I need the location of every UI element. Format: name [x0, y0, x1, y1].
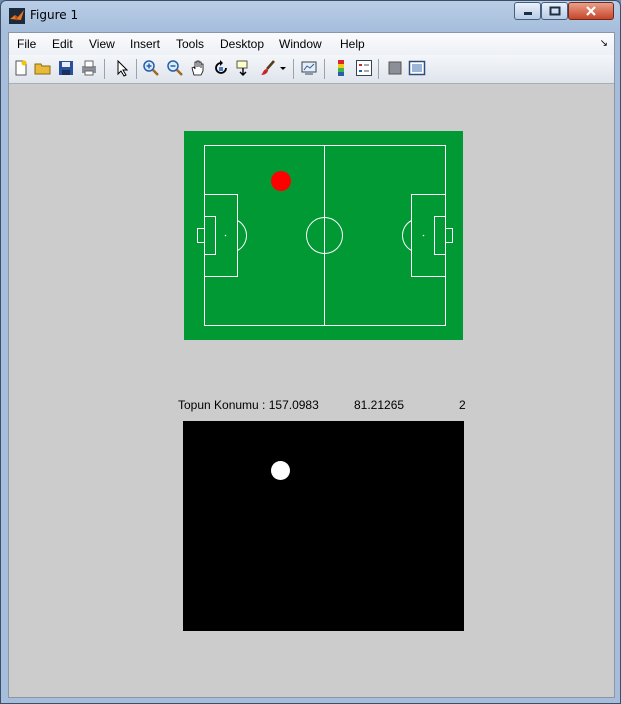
toolbar-separator: [324, 59, 325, 79]
zoom-in-icon[interactable]: [142, 59, 160, 77]
show-plot-tools-icon[interactable]: [408, 59, 426, 77]
close-icon: [586, 6, 596, 16]
binary-mask-image: [183, 421, 464, 631]
frame-count: 2: [459, 398, 466, 412]
menu-desktop[interactable]: Desktop: [220, 37, 264, 51]
figure-toolbar: [9, 55, 614, 84]
menu-view[interactable]: View: [89, 37, 115, 51]
hide-plot-tools-icon[interactable]: [386, 59, 404, 77]
toolbar-separator: [136, 59, 137, 79]
data-cursor-icon[interactable]: [235, 59, 253, 77]
title-bar[interactable]: Figure 1: [1, 1, 620, 31]
axes-title: Topun Konumu : 157.0983 81.21265 2: [178, 398, 468, 414]
menu-insert[interactable]: Insert: [130, 37, 160, 51]
print-figure-icon[interactable]: [80, 59, 98, 77]
link-plot-icon[interactable]: [300, 59, 318, 77]
right-penalty-spot: [422, 234, 425, 237]
pan-icon[interactable]: [189, 59, 207, 77]
brush-icon[interactable]: [259, 59, 277, 77]
menu-help[interactable]: Help: [340, 37, 365, 51]
zoom-out-icon[interactable]: [166, 59, 184, 77]
insert-legend-icon[interactable]: [355, 59, 373, 77]
left-penalty-spot: [224, 234, 227, 237]
figure-canvas[interactable]: Topun Konumu : 157.0983 81.21265 2: [9, 84, 614, 697]
matlab-logo-icon: [9, 8, 25, 24]
ball-position-label: Topun Konumu : 157.0983: [178, 398, 319, 412]
menu-file[interactable]: File: [17, 37, 36, 51]
figure-window: Figure 1 File Edit View Insert Tools Des…: [0, 0, 621, 704]
open-file-icon[interactable]: [34, 59, 52, 77]
menu-bar: File Edit View Insert Tools Desktop Wind…: [9, 33, 614, 55]
insert-colorbar-icon[interactable]: [332, 59, 350, 77]
brush-dropdown-icon[interactable]: [279, 59, 287, 77]
dock-figure-icon[interactable]: ↘: [600, 38, 608, 49]
toolbar-separator: [104, 59, 105, 79]
save-figure-icon[interactable]: [57, 59, 75, 77]
menu-edit[interactable]: Edit: [52, 37, 73, 51]
minimize-button[interactable]: [514, 2, 541, 20]
ball-y-value: 81.21265: [354, 398, 405, 412]
football-pitch-image: [184, 131, 463, 340]
close-button[interactable]: [568, 2, 614, 20]
window-title: Figure 1: [30, 8, 79, 22]
ball-marker: [271, 171, 291, 191]
maximize-button[interactable]: [541, 2, 568, 20]
menu-window[interactable]: Window: [279, 37, 322, 51]
rotate-3d-icon[interactable]: [212, 59, 230, 77]
menu-tools[interactable]: Tools: [176, 37, 204, 51]
maximize-icon: [549, 6, 560, 16]
detected-ball: [271, 461, 290, 480]
toolbar-separator: [293, 59, 294, 79]
figure-client-area: File Edit View Insert Tools Desktop Wind…: [8, 32, 615, 698]
toolbar-separator: [378, 59, 379, 79]
new-figure-icon[interactable]: [12, 59, 30, 77]
minimize-icon: [523, 12, 532, 15]
edit-plot-icon[interactable]: [113, 59, 131, 77]
